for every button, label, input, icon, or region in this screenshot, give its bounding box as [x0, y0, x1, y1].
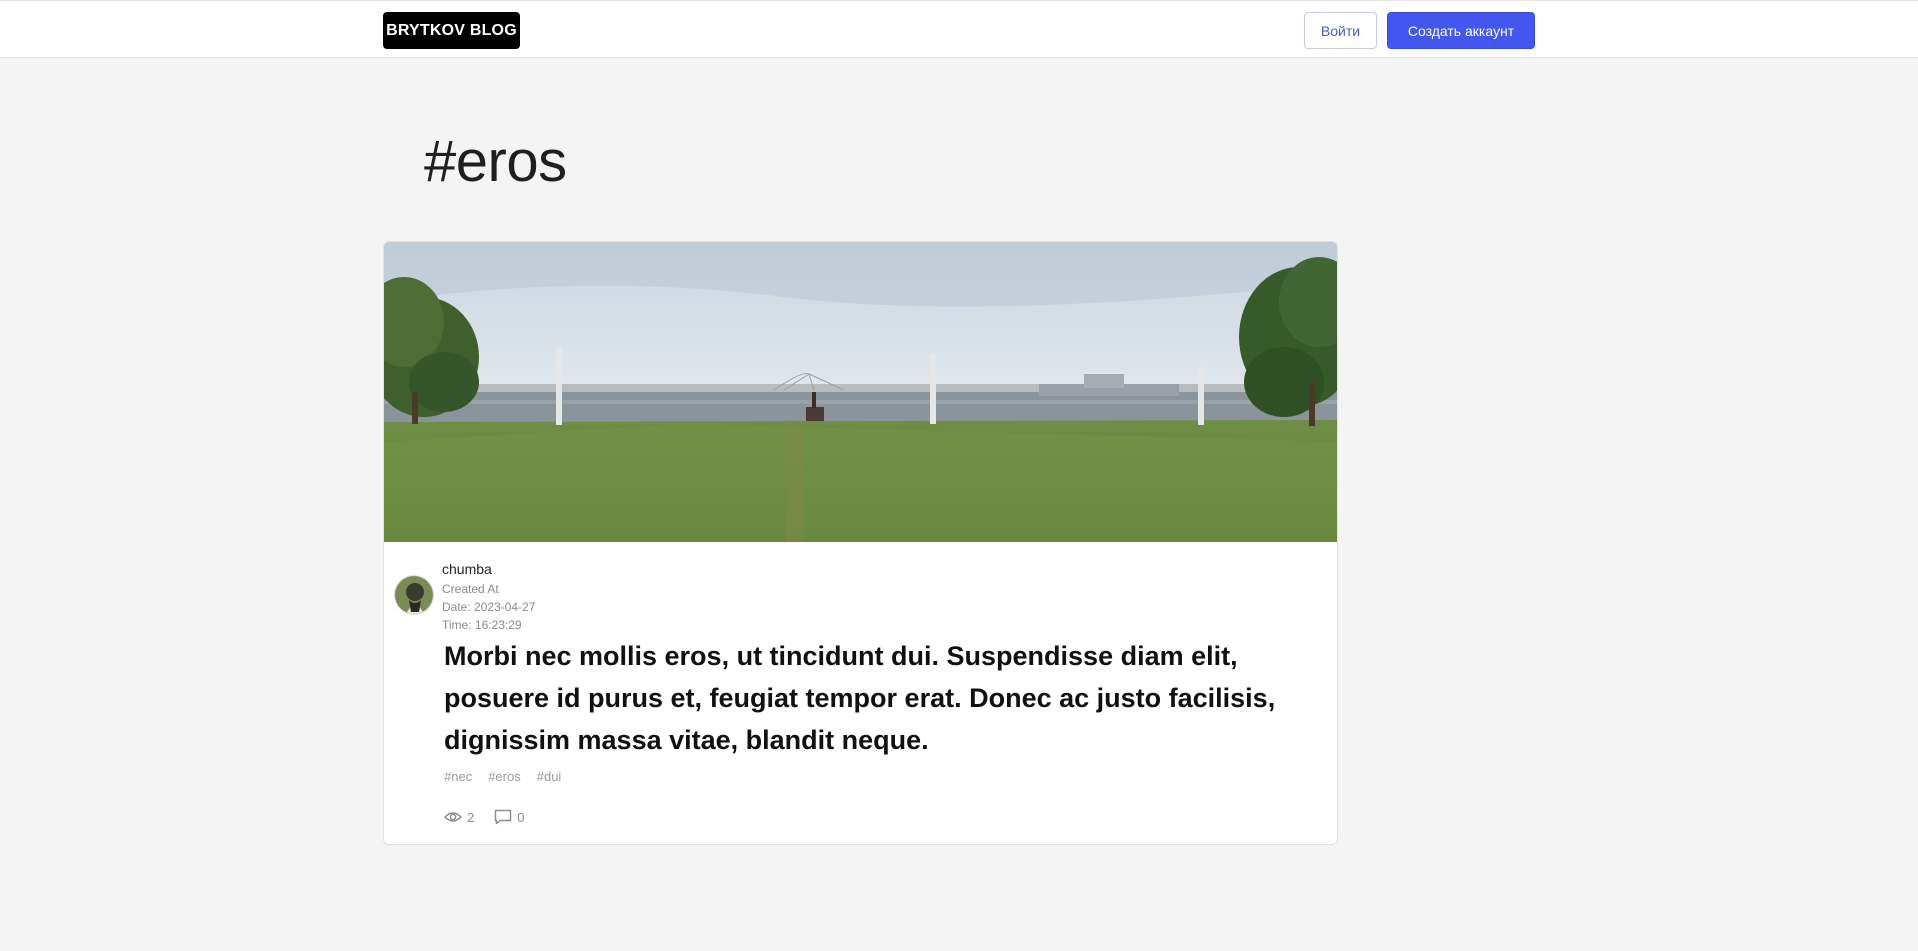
post-tags: #nec #eros #dui: [444, 769, 561, 784]
author-avatar[interactable]: [394, 575, 434, 615]
post-title[interactable]: Morbi nec mollis eros, ut tincidunt dui.…: [444, 635, 1304, 761]
eye-icon: [444, 810, 462, 824]
tag-link[interactable]: #eros: [488, 769, 521, 784]
views-stat: 2: [444, 810, 474, 825]
post-stats: 2 0: [444, 809, 524, 825]
create-account-button[interactable]: Создать аккаунт: [1387, 12, 1535, 49]
comment-icon: [494, 809, 512, 825]
post-card: chumba Created At Date: 2023-04-27 Time:…: [383, 241, 1338, 845]
post-time: Time: 16:23:29: [442, 618, 522, 632]
views-count: 2: [467, 809, 475, 825]
site-logo[interactable]: BRYTKOV BLOG: [383, 12, 520, 49]
post-cover-image[interactable]: [384, 242, 1337, 542]
comments-count: 0: [517, 809, 525, 825]
page-title: #eros: [424, 129, 567, 194]
login-button[interactable]: Войти: [1304, 12, 1377, 49]
top-navbar: BRYTKOV BLOG Войти Создать аккаунт: [0, 0, 1918, 58]
comments-stat[interactable]: 0: [494, 809, 524, 825]
author-name[interactable]: chumba: [442, 561, 492, 577]
tag-link[interactable]: #nec: [444, 769, 472, 784]
created-at-label: Created At: [442, 582, 499, 596]
tag-link[interactable]: #dui: [537, 769, 562, 784]
post-date: Date: 2023-04-27: [442, 600, 536, 614]
